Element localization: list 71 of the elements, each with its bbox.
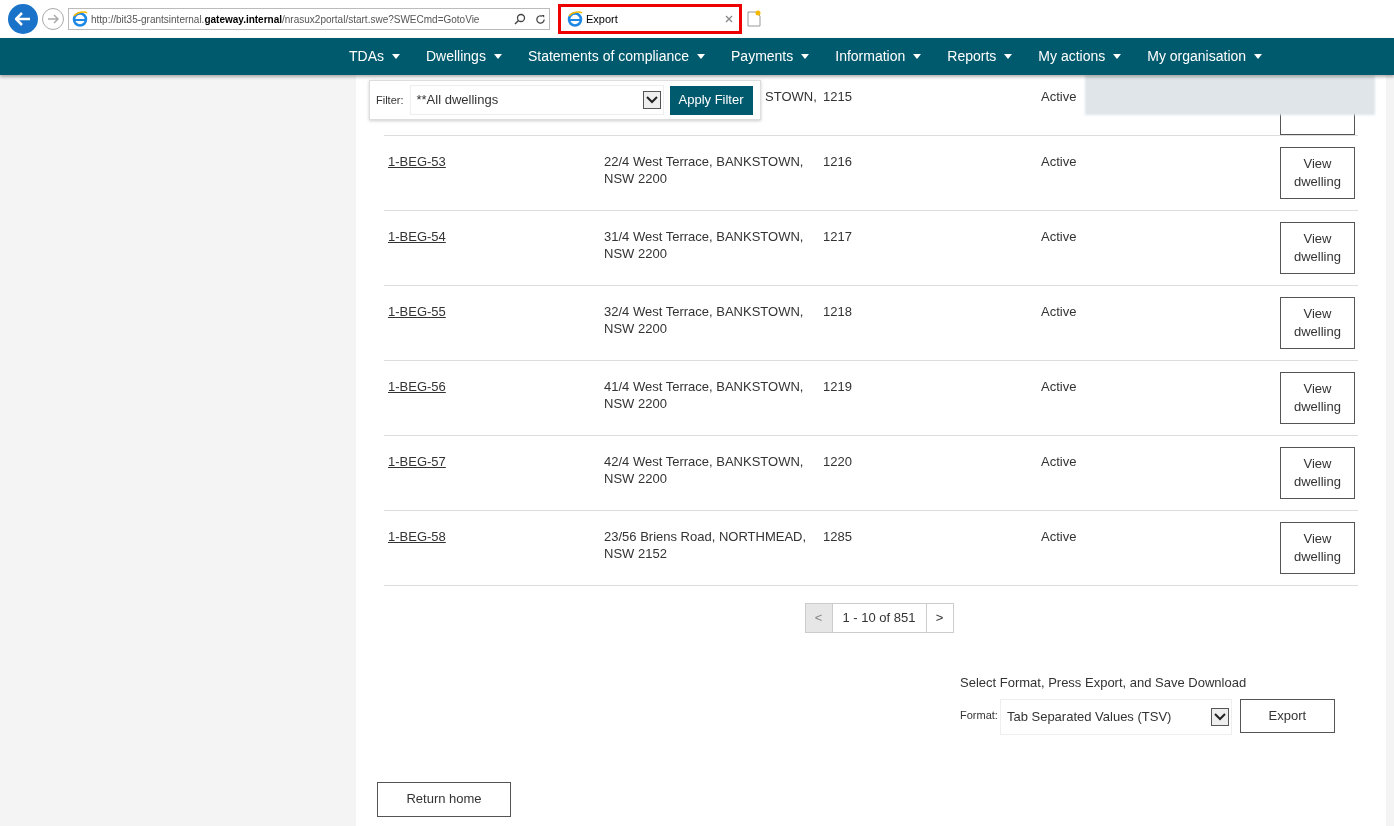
view-button[interactable]: View dwelling (1280, 447, 1355, 499)
caret-icon (1254, 54, 1263, 59)
back-button[interactable] (8, 4, 38, 34)
table-cell-text: Active (1041, 153, 1078, 171)
caret-icon (697, 54, 705, 59)
dwelling-link[interactable]: 1-BEG-58 (388, 529, 446, 544)
view-button[interactable]: View dwelling (1280, 522, 1355, 574)
table-cell-text: Active (1041, 88, 1078, 106)
table-cell-text: Active (1041, 378, 1078, 396)
search-icon[interactable] (514, 13, 526, 25)
dwelling-link[interactable]: 1-BEG-57 (388, 454, 446, 469)
caret-icon (493, 54, 502, 59)
nav-menu[interactable]: Statements of compliance (527, 46, 705, 67)
url-text: http://bit35-grantsinternal.gateway.internal/nrasux2portal/start.swe?SWECmd=GotoVie (91, 12, 481, 27)
forward-arrow-icon (47, 14, 59, 24)
back-arrow-icon (15, 12, 31, 26)
page-range: 1 - 10 of 851 (831, 604, 927, 632)
table-cell-text: 1217 (823, 228, 853, 246)
dwelling-link[interactable]: 1-BEG-55 (388, 304, 446, 319)
nav-menu[interactable]: Information (835, 46, 922, 67)
table-cell: STOWN, (765, 89, 817, 104)
table-cell-text: 31/4 West Terrace, BANKSTOWN, NSW 2200 (604, 228, 805, 263)
caret-icon (1113, 54, 1122, 59)
dwelling-link[interactable]: 1-BEG-56 (388, 379, 446, 394)
caret-icon (913, 54, 922, 59)
dwelling-link[interactable]: 1-BEG-53 (388, 154, 446, 169)
browser-logo-icon (72, 11, 88, 27)
table-cell-text: 41/4 West Terrace, BANKSTOWN, NSW 2200 (604, 378, 805, 413)
table-cell-text: 1218 (823, 303, 853, 321)
table-cell-text: Active (1041, 453, 1078, 471)
address-bar[interactable]: http://bit35-grantsinternal.gateway.internal/nrasux2portal/start.swe?SWECmd=GotoVie (68, 8, 550, 30)
table-cell-text: 1219 (823, 378, 853, 396)
table-cell-text: 22/4 West Terrace, BANKSTOWN, NSW 2200 (604, 153, 805, 188)
filter-dropdown[interactable]: **All dwellings (409, 85, 664, 115)
table-cell-text: 32/4 West Terrace, BANKSTOWN, NSW 2200 (604, 303, 805, 338)
caret-icon (801, 54, 810, 59)
view-button[interactable]: View dwelling (1280, 222, 1355, 274)
table-cell-text: 23/56 Briens Road, NORTHMEAD, NSW 2152 (604, 528, 808, 563)
table-cell-text: 42/4 West Terrace, BANKSTOWN, NSW 2200 (604, 453, 805, 488)
format-label: Format: (960, 708, 998, 724)
export-instruction: Select Format, Press Export, and Save Download (960, 674, 1248, 692)
view-button[interactable]: View dwelling (1280, 147, 1355, 199)
table-cell-text: 1216 (823, 153, 853, 171)
table-cell-text: Active (1041, 528, 1078, 546)
browser-logo-icon (567, 11, 583, 27)
filter-label: Filter: (376, 92, 404, 108)
close-icon[interactable] (725, 15, 733, 23)
caret-icon (392, 54, 400, 59)
view-button[interactable]: View dwelling (1280, 372, 1355, 424)
table-cell-text: 1285 (823, 528, 853, 546)
table-cell-text: Active (1041, 303, 1078, 321)
nav-menu[interactable]: TDAs (349, 46, 400, 67)
next-page-button[interactable]: > (926, 604, 953, 632)
view-button[interactable]: View dwelling (1280, 297, 1355, 349)
refresh-icon[interactable] (535, 13, 546, 25)
tab-title: Export (586, 11, 619, 27)
nav-menu[interactable]: Payments (731, 46, 810, 67)
apply-filter-button[interactable]: Apply Filter (669, 85, 753, 115)
dwelling-link[interactable]: 1-BEG-54 (388, 229, 446, 244)
table-cell-text: Active (1041, 228, 1078, 246)
format-dropdown[interactable]: Tab Separated Values (TSV) (999, 698, 1232, 735)
return-home-button[interactable]: Return home (377, 781, 511, 817)
browser-tab[interactable]: Export (558, 4, 742, 34)
table-cell-text: 1220 (823, 453, 853, 471)
table-cell-text: 1215 (823, 88, 853, 106)
nav-menu[interactable]: My organisation (1147, 46, 1263, 67)
nav-menu[interactable]: Reports (947, 46, 1013, 67)
caret-icon (1004, 54, 1013, 59)
nav-menu[interactable]: Dwellings (426, 46, 502, 67)
nav-menu[interactable]: My actions (1038, 46, 1122, 67)
export-button[interactable]: Export (1239, 698, 1335, 733)
